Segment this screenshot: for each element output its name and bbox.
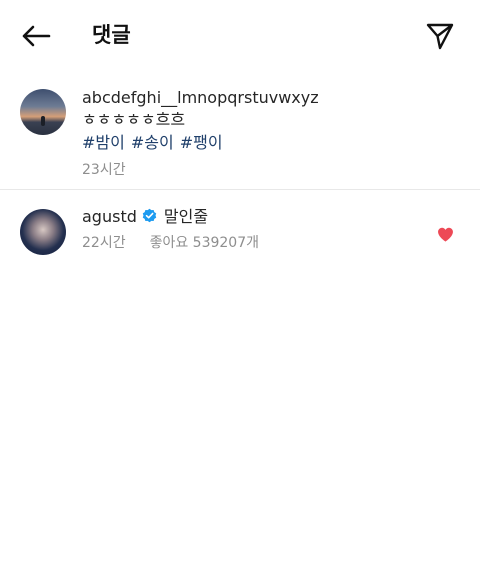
paper-plane-icon	[426, 23, 454, 50]
hashtag-link[interactable]: #밤이	[82, 133, 125, 152]
comment-line: agustd 말인줄	[82, 206, 259, 228]
comment-text: 말인줄	[163, 207, 209, 226]
back-button[interactable]	[16, 18, 56, 54]
arrow-left-icon	[22, 25, 51, 47]
hashtag-link[interactable]: #송이	[131, 133, 174, 152]
comment-item: agustd 말인줄 22시간 좋아요 539207개	[0, 200, 480, 264]
page-title: 댓글	[92, 23, 131, 47]
like-button[interactable]	[432, 221, 458, 247]
hashtag-list: #밤이 #송이 #팽이	[82, 131, 319, 155]
caption-username[interactable]: abcdefghi__lmnopqrstuvwxyz	[82, 87, 319, 109]
caption-text: ㅎㅎㅎㅎㅎ흐흐	[82, 110, 186, 129]
post-caption: abcdefghi__lmnopqrstuvwxyz ㅎㅎㅎㅎㅎ흐흐 #밤이 #송…	[0, 80, 480, 188]
likes-count-link[interactable]: 좋아요 539207개	[150, 235, 259, 251]
send-button[interactable]	[420, 16, 460, 56]
comment-timestamp: 22시간	[82, 235, 126, 251]
heart-filled-icon	[437, 227, 453, 242]
comment-text-block: agustd 말인줄 22시간 좋아요 539207개	[82, 206, 259, 254]
hashtag-link[interactable]: #팽이	[180, 133, 223, 152]
avatar[interactable]	[20, 89, 66, 135]
avatar-figure	[41, 116, 45, 126]
avatar[interactable]	[20, 209, 66, 255]
comment-username[interactable]: agustd	[82, 207, 137, 226]
comment-meta: 22시간 좋아요 539207개	[82, 232, 259, 254]
caption-timestamp: 23시간	[82, 162, 126, 178]
divider	[0, 189, 480, 190]
app-header: 댓글	[0, 0, 480, 72]
verified-badge-icon	[142, 208, 157, 223]
caption-text-block: abcdefghi__lmnopqrstuvwxyz ㅎㅎㅎㅎㅎ흐흐 #밤이 #송…	[82, 87, 319, 181]
